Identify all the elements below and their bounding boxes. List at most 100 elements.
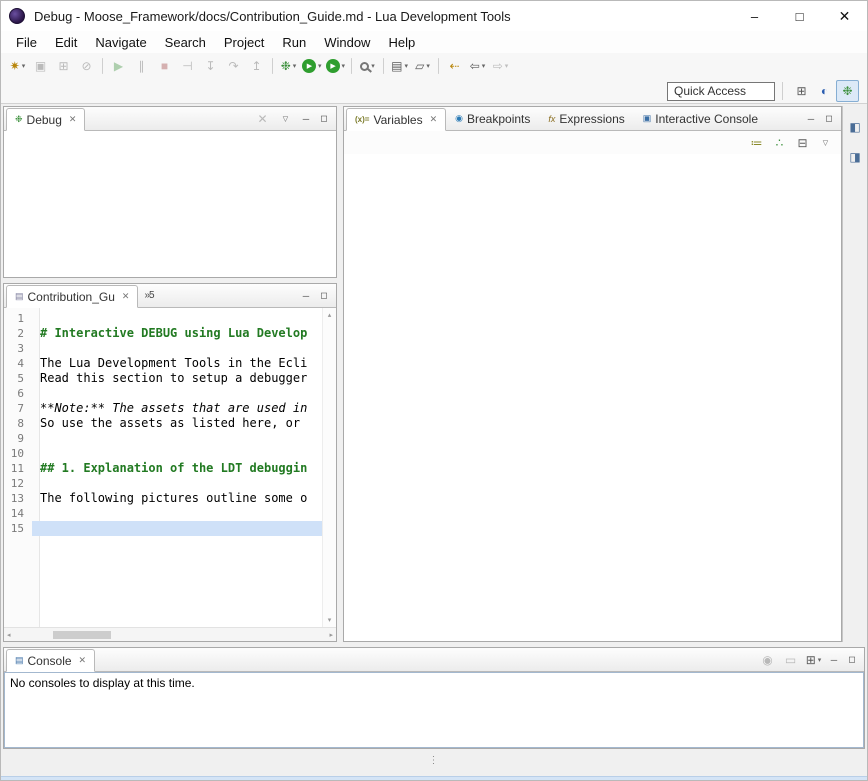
close-icon[interactable]: ✕ — [79, 655, 87, 666]
line-number[interactable]: 10 — [4, 447, 32, 460]
new-file-dropdown-icon[interactable]: ▤ — [388, 55, 411, 77]
line-number[interactable]: 3 — [4, 342, 32, 355]
suspend-icon[interactable]: ∥ — [130, 55, 153, 77]
terminate-icon[interactable]: ■ — [153, 55, 176, 77]
lua-perspective-icon[interactable]: ◐ — [813, 80, 836, 102]
last-edit-location-icon[interactable]: ⇠ — [443, 55, 466, 77]
code-text[interactable] — [32, 341, 322, 356]
close-icon[interactable]: ✕ — [430, 114, 438, 125]
horizontal-scrollbar[interactable]: ◂ ▸ — [4, 627, 336, 641]
code-text[interactable] — [32, 446, 322, 461]
maximize-icon[interactable]: ◻ — [315, 108, 333, 130]
pin-console-icon[interactable]: ◉ — [756, 649, 779, 671]
menu-window[interactable]: Window — [315, 33, 379, 52]
forward-dropdown-icon[interactable]: ⇨ — [489, 55, 512, 77]
code-text[interactable]: ## 1. Explanation of the LDT debuggin — [32, 461, 322, 476]
code-text[interactable]: # Interactive DEBUG using Lua Develop — [32, 326, 322, 341]
menu-file[interactable]: File — [7, 33, 46, 52]
maximize-icon[interactable]: ◻ — [315, 285, 333, 307]
line-number[interactable]: 14 — [4, 507, 32, 520]
new-wizard-dropdown-icon[interactable]: ✷ — [6, 55, 29, 77]
code-text[interactable] — [32, 506, 322, 521]
editor-body[interactable]: 1 2 # Interactive DEBUG using Lua Develo… — [4, 308, 336, 641]
show-logical-structures-icon[interactable]: ∴ — [768, 132, 791, 154]
display-selected-console-icon[interactable]: ▭ — [779, 649, 802, 671]
restore-view-icon[interactable]: ◨ — [844, 146, 867, 168]
code-text[interactable]: The following pictures outline some o — [32, 491, 322, 506]
close-icon[interactable]: ✕ — [69, 114, 77, 125]
code-text[interactable] — [32, 476, 322, 491]
line-number[interactable]: 1 — [4, 312, 32, 325]
save-all-icon[interactable]: ⊞ — [52, 55, 75, 77]
line-number[interactable]: 12 — [4, 477, 32, 490]
scrollbar-thumb[interactable] — [53, 631, 111, 639]
save-icon[interactable]: ▣ — [29, 55, 52, 77]
code-text[interactable]: **Note:** The assets that are used in — [32, 401, 322, 416]
line-number[interactable]: 13 — [4, 492, 32, 505]
open-element-dropdown-icon[interactable]: ▱ — [411, 55, 434, 77]
scroll-right-icon[interactable]: ▸ — [329, 631, 333, 639]
remove-all-terminated-icon[interactable]: ✕ — [251, 108, 274, 130]
disconnect-icon[interactable]: ⊣ — [176, 55, 199, 77]
menu-edit[interactable]: Edit — [46, 33, 86, 52]
run-dropdown-icon[interactable]: ▶ — [300, 55, 324, 77]
line-number[interactable]: 4 — [4, 357, 32, 370]
line-number[interactable]: 8 — [4, 417, 32, 430]
vertical-scrollbar[interactable]: ▴ ▾ — [322, 308, 336, 627]
quick-access-input[interactable] — [667, 82, 775, 101]
external-tools-dropdown-icon[interactable]: ▶ — [324, 55, 348, 77]
minimize-icon[interactable]: ─ — [297, 285, 315, 307]
minimize-icon[interactable]: ─ — [802, 108, 820, 130]
code-text[interactable]: The Lua Development Tools in the Ecli — [32, 356, 322, 371]
open-perspective-icon[interactable]: ⊞ — [790, 80, 813, 102]
debug-dropdown-icon[interactable]: ❉ — [277, 55, 300, 77]
view-menu-icon[interactable]: ▽ — [274, 108, 297, 130]
tab-debug[interactable]: ❉ Debug ✕ — [6, 108, 85, 131]
minimize-icon[interactable]: ─ — [825, 649, 843, 671]
line-number[interactable]: 9 — [4, 432, 32, 445]
code-text[interactable]: Read this section to setup a debugger — [32, 371, 322, 386]
line-number[interactable]: 15 — [4, 522, 32, 535]
line-number[interactable]: 5 — [4, 372, 32, 385]
back-dropdown-icon[interactable]: ⇦ — [466, 55, 489, 77]
hidden-editors-chevron[interactable]: »5 — [138, 290, 159, 301]
code-text[interactable] — [32, 521, 322, 536]
resume-icon[interactable]: ▶ — [107, 55, 130, 77]
menu-navigate[interactable]: Navigate — [86, 33, 155, 52]
menu-search[interactable]: Search — [156, 33, 215, 52]
show-type-names-icon[interactable]: ≔ — [745, 132, 768, 154]
code-text[interactable]: So use the assets as listed here, or — [32, 416, 322, 431]
menu-project[interactable]: Project — [215, 33, 273, 52]
line-number[interactable]: 6 — [4, 387, 32, 400]
line-number[interactable]: 2 — [4, 327, 32, 340]
line-number[interactable]: 11 — [4, 462, 32, 475]
minimize-icon[interactable]: ─ — [297, 108, 315, 130]
menu-run[interactable]: Run — [273, 33, 315, 52]
tab-contribution-guide[interactable]: ▤ Contribution_Gu ✕ — [6, 285, 138, 308]
open-console-dropdown-icon[interactable]: ⊞ — [802, 649, 825, 671]
line-number[interactable]: 7 — [4, 402, 32, 415]
code-text[interactable] — [32, 386, 322, 401]
scrollbar-track[interactable] — [11, 630, 330, 640]
tab-breakpoints[interactable]: ◉ Breakpoints — [446, 107, 539, 130]
menu-help[interactable]: Help — [379, 33, 424, 52]
window-maximize-button[interactable]: □ — [777, 1, 822, 31]
collapse-all-icon[interactable]: ⊟ — [791, 132, 814, 154]
close-icon[interactable]: ✕ — [122, 291, 130, 302]
code-text[interactable] — [32, 311, 322, 326]
tab-expressions[interactable]: fx Expressions — [539, 107, 633, 130]
maximize-icon[interactable]: ◻ — [843, 649, 861, 671]
step-return-icon[interactable]: ↥ — [245, 55, 268, 77]
scroll-up-icon[interactable]: ▴ — [328, 311, 332, 319]
drag-handle[interactable]: ⋮ — [429, 755, 440, 766]
window-minimize-button[interactable]: – — [732, 1, 777, 31]
window-close-button[interactable]: ✕ — [822, 1, 867, 31]
step-over-icon[interactable]: ↷ — [222, 55, 245, 77]
maximize-icon[interactable]: ◻ — [820, 108, 838, 130]
search-dropdown-icon[interactable] — [356, 55, 379, 77]
tab-console[interactable]: ▤ Console ✕ — [6, 649, 95, 672]
skip-all-breakpoints-icon[interactable]: ⊘ — [75, 55, 98, 77]
code-text[interactable] — [32, 431, 322, 446]
view-menu-icon[interactable]: ▽ — [814, 132, 837, 154]
tab-interactive-console[interactable]: ▣ Interactive Console — [634, 107, 767, 130]
